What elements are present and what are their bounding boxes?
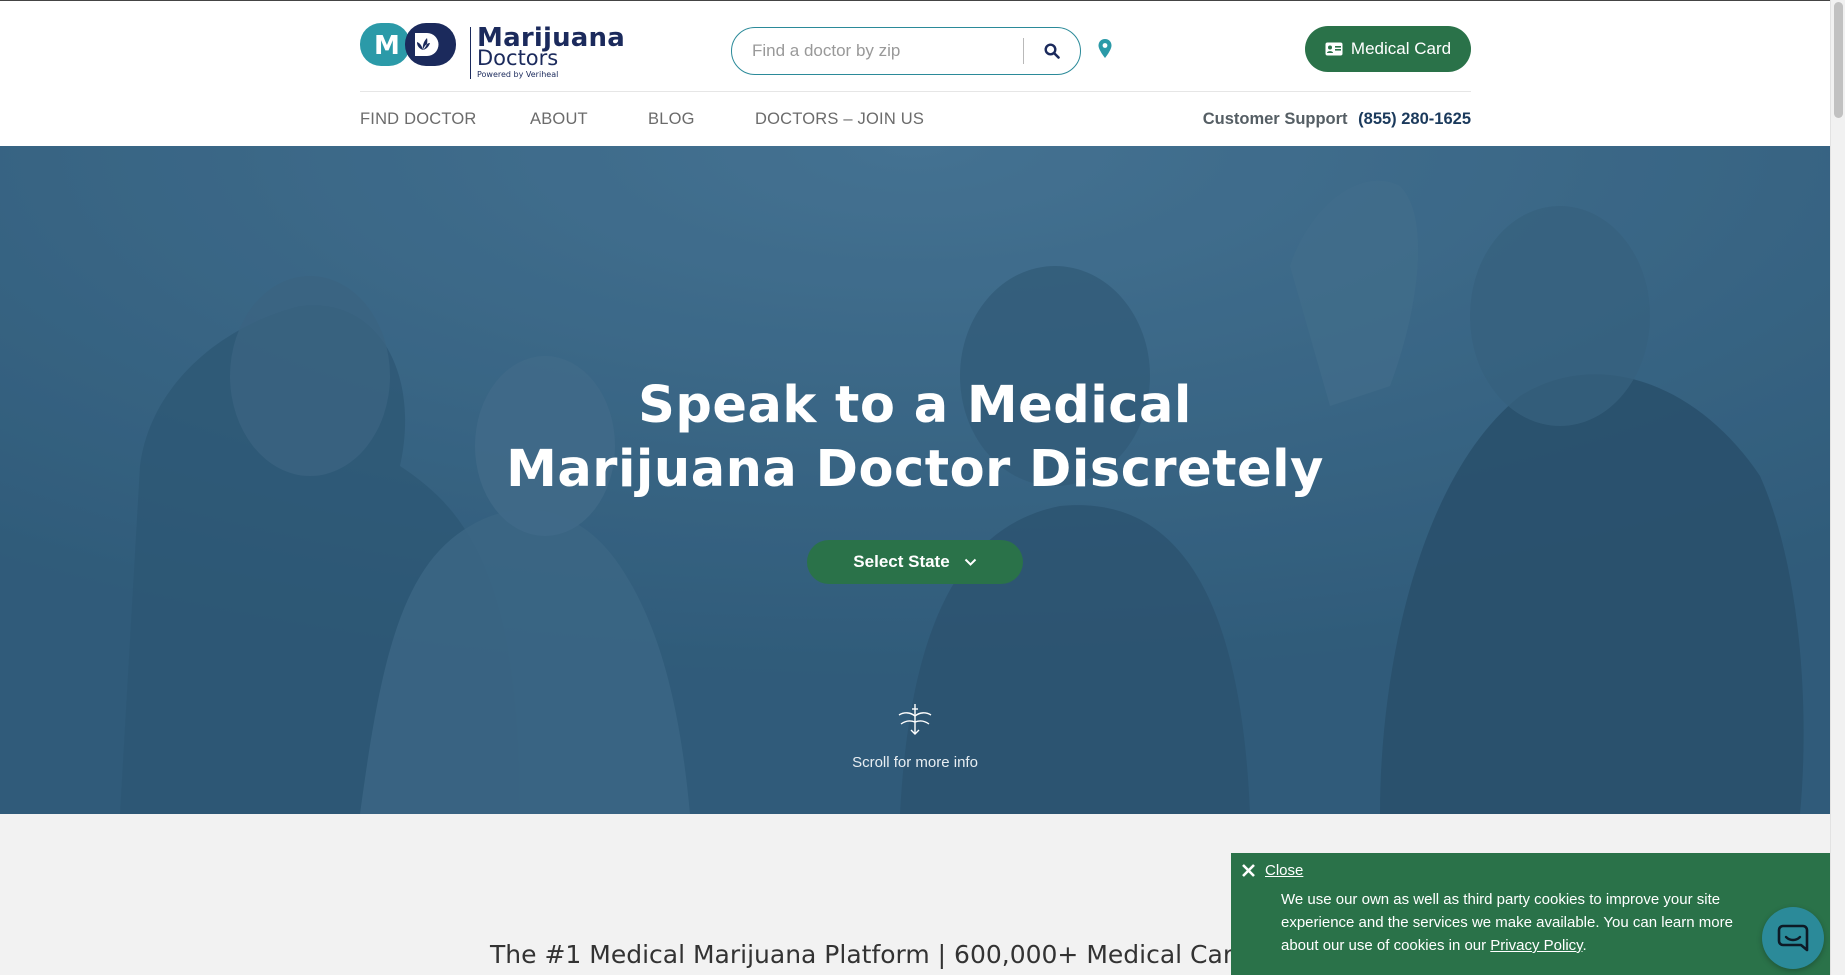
medical-card-button[interactable]: Medical Card	[1305, 26, 1471, 72]
customer-support: Customer Support (855) 280-1625	[1203, 110, 1471, 129]
logo-powered-by: Powered by Veriheal	[477, 70, 559, 79]
cookie-banner: Close We use our own as well as third pa…	[1231, 853, 1831, 975]
logo-subtitle: Doctors	[477, 46, 559, 70]
nav-item-about[interactable]: ABOUT	[530, 110, 588, 129]
cookie-close-button[interactable]: Close	[1241, 862, 1303, 879]
customer-support-label: Customer Support	[1202, 110, 1348, 128]
search-button[interactable]	[1032, 34, 1072, 68]
search-icon	[1044, 43, 1060, 59]
main-nav: FIND DOCTOR ABOUT BLOG DOCTORS – JOIN US…	[360, 92, 1471, 147]
select-state-label: Select State	[853, 552, 950, 571]
site-logo[interactable]: M Marijuana Doctors Powered by Veriheal	[360, 23, 625, 81]
nav-item-blog[interactable]: BLOG	[648, 110, 695, 129]
nav-item-find-doctor[interactable]: FIND DOCTOR	[360, 110, 476, 129]
select-state-dropdown[interactable]: Select State	[807, 540, 1023, 584]
privacy-policy-link[interactable]: Privacy Policy	[1490, 937, 1582, 954]
site-header: M Marijuana Doctors Powered by Veriheal	[0, 0, 1830, 146]
close-icon	[1242, 864, 1255, 877]
page-scrollbar[interactable]	[1830, 0, 1845, 975]
cookie-message-end: .	[1582, 937, 1587, 954]
platform-tagline: The #1 Medical Marijuana Platform | 600,…	[490, 940, 1262, 969]
customer-support-phone[interactable]: (855) 280-1625	[1358, 110, 1471, 128]
id-card-icon	[1325, 42, 1343, 56]
search-separator	[1023, 38, 1024, 64]
zip-search-input[interactable]	[752, 38, 1012, 64]
cookie-message: We use our own as well as third party co…	[1281, 888, 1751, 957]
zip-search	[731, 27, 1081, 75]
chevron-down-icon	[964, 558, 976, 566]
scrollbar-thumb[interactable]	[1834, 2, 1843, 118]
hero-title: Speak to a Medical Marijuana Doctor Disc…	[0, 374, 1830, 502]
map-pin-icon[interactable]	[1097, 38, 1113, 60]
leaf-arrow-down-icon[interactable]	[896, 702, 934, 736]
medical-card-label: Medical Card	[1350, 39, 1452, 58]
nav-item-doctors-join-us[interactable]: DOCTORS – JOIN US	[755, 110, 924, 129]
chat-button[interactable]	[1762, 907, 1824, 969]
logo-divider	[470, 27, 471, 79]
chat-bubble-icon	[1777, 924, 1809, 952]
svg-text:M: M	[374, 31, 400, 61]
hero-title-line-1: Speak to a Medical	[638, 376, 1192, 435]
header-top-bar: M Marijuana Doctors Powered by Veriheal	[360, 1, 1471, 92]
cookie-close-label: Close	[1265, 862, 1304, 879]
md-leaf-logo-icon: M	[360, 23, 456, 66]
hero-section: Speak to a Medical Marijuana Doctor Disc…	[0, 146, 1830, 814]
scroll-hint: Scroll for more info	[852, 754, 978, 771]
page: M Marijuana Doctors Powered by Veriheal	[0, 0, 1845, 975]
hero-title-line-2: Marijuana Doctor Discretely	[506, 440, 1324, 499]
